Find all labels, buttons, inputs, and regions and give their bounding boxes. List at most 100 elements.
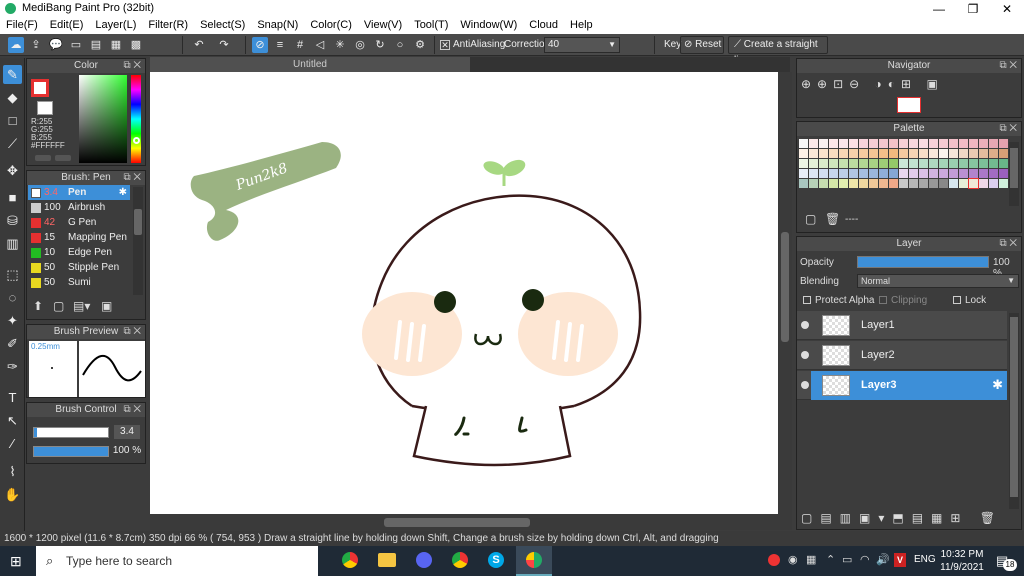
- brush-item[interactable]: 100 Airbrush: [28, 200, 130, 215]
- menu-window[interactable]: Window(W): [454, 18, 523, 34]
- menu-view[interactable]: View(V): [358, 18, 408, 34]
- brush-item[interactable]: 50 Stipple Pen: [28, 260, 130, 275]
- upload-icon[interactable]: ⇪: [28, 37, 44, 53]
- palette-swatch[interactable]: [849, 179, 858, 188]
- foreground-color-swatch[interactable]: [31, 79, 49, 97]
- palette-swatch[interactable]: [968, 178, 979, 189]
- palette-swatch[interactable]: [879, 179, 888, 188]
- bucket-tool-icon[interactable]: ⛁: [3, 211, 22, 230]
- magic-wand-tool-icon[interactable]: ✦: [3, 311, 22, 330]
- gradient-tool-icon[interactable]: ▥: [3, 234, 22, 253]
- lasso-tool-icon[interactable]: ◌: [3, 288, 22, 307]
- gear-icon[interactable]: ✱: [119, 185, 127, 200]
- chrome-icon[interactable]: [342, 552, 358, 568]
- palette-swatch[interactable]: [849, 159, 858, 168]
- cloud-icon[interactable]: ☁: [8, 37, 24, 53]
- palette-swatch[interactable]: [899, 169, 908, 178]
- discord-tray-icon[interactable]: ◉: [788, 553, 798, 566]
- gear-icon[interactable]: ✱: [992, 377, 1003, 393]
- palette-new-icon[interactable]: ▢: [805, 212, 816, 226]
- text-tool-icon[interactable]: T: [3, 388, 22, 407]
- perspective-snap-icon[interactable]: ◁: [312, 37, 328, 53]
- file-explorer-icon[interactable]: [378, 553, 396, 567]
- app-tray-icon[interactable]: ▦: [806, 553, 816, 566]
- palette-swatch[interactable]: [939, 139, 948, 148]
- drawing-canvas[interactable]: Pun2k8 Hot247: [150, 72, 778, 514]
- straight-line-button[interactable]: ⟋ Create a straight line: [728, 36, 828, 66]
- language-indicator[interactable]: ENG: [914, 554, 936, 565]
- parallel-snap-icon[interactable]: ≡: [272, 37, 288, 53]
- palette-swatch[interactable]: [929, 169, 938, 178]
- brush-size-slider[interactable]: [33, 427, 109, 438]
- palette-swatch[interactable]: [809, 179, 818, 188]
- antialiasing-checkbox[interactable]: ✕: [440, 40, 450, 50]
- palette-swatch[interactable]: [799, 159, 808, 168]
- palette-swatch[interactable]: [969, 159, 978, 168]
- palette-swatch[interactable]: [889, 159, 898, 168]
- palette-swatch[interactable]: [819, 159, 828, 168]
- palette-swatch[interactable]: [889, 149, 898, 158]
- fill-rect-tool-icon[interactable]: ■: [3, 188, 22, 207]
- palette-swatch[interactable]: [949, 149, 958, 158]
- eraser-tool-icon[interactable]: ◆: [3, 88, 22, 107]
- move-tool-icon[interactable]: ✥: [3, 161, 22, 180]
- redo-icon[interactable]: ↷: [213, 37, 235, 53]
- panel-close-icon[interactable]: ⧉ ✕: [999, 237, 1017, 251]
- palette-swatch[interactable]: [859, 159, 868, 168]
- palette-swatch[interactable]: [979, 169, 988, 178]
- palette-swatch[interactable]: [989, 179, 998, 188]
- palette-swatches[interactable]: [799, 139, 1009, 191]
- palette-swatch[interactable]: [869, 179, 878, 188]
- line-tool-icon[interactable]: ⟋: [3, 134, 22, 153]
- palette-swatch[interactable]: [929, 149, 938, 158]
- curve-snap-icon[interactable]: ↻: [372, 37, 388, 53]
- palette-swatch[interactable]: [919, 169, 928, 178]
- hand-tool-icon[interactable]: ✋: [3, 485, 22, 504]
- palette-swatch[interactable]: [909, 179, 918, 188]
- palette-swatch[interactable]: [859, 149, 868, 158]
- palette-swatch[interactable]: [829, 139, 838, 148]
- palette-swatch[interactable]: [859, 139, 868, 148]
- palette-swatch[interactable]: [799, 179, 808, 188]
- skype-icon[interactable]: S: [488, 552, 504, 568]
- palette-swatch[interactable]: [809, 139, 818, 148]
- operation-tool-icon[interactable]: ↖: [3, 411, 22, 430]
- palette-swatch[interactable]: [809, 169, 818, 178]
- palette-swatch[interactable]: [969, 149, 978, 158]
- divide-tool-icon[interactable]: ⁄: [3, 434, 22, 453]
- palette-swatch[interactable]: [859, 179, 868, 188]
- palette-swatch[interactable]: [989, 169, 998, 178]
- palette-swatch[interactable]: [909, 149, 918, 158]
- grid-page-icon[interactable]: ▦: [108, 37, 124, 53]
- palette-swatch[interactable]: [949, 159, 958, 168]
- palette-swatch[interactable]: [909, 159, 918, 168]
- brush-item[interactable]: 50 Sumi: [28, 275, 130, 290]
- clock-time[interactable]: 10:32 PM: [940, 549, 984, 560]
- palette-swatch[interactable]: [829, 159, 838, 168]
- palette-swatch[interactable]: [919, 149, 928, 158]
- palette-swatch[interactable]: [959, 139, 968, 148]
- palette-swatch[interactable]: [999, 159, 1008, 168]
- palette-swatch[interactable]: [969, 139, 978, 148]
- brush-opacity-slider[interactable]: [33, 446, 109, 457]
- palette-swatch[interactable]: [889, 179, 898, 188]
- vertical-scroll-thumb[interactable]: [781, 232, 789, 342]
- shape-tool-icon[interactable]: □: [3, 111, 22, 130]
- palette-swatch[interactable]: [929, 179, 938, 188]
- brush-item[interactable]: 15 Mapping Pen: [28, 230, 130, 245]
- palette-swatch[interactable]: [879, 159, 888, 168]
- menu-color[interactable]: Color(C): [304, 18, 358, 34]
- concentric-snap-icon[interactable]: ◎: [352, 37, 368, 53]
- palette-swatch[interactable]: [879, 169, 888, 178]
- record-icon[interactable]: [768, 554, 780, 566]
- palette-swatch[interactable]: [879, 149, 888, 158]
- brush-add-icon[interactable]: ⬆: [33, 299, 43, 313]
- lock-checkbox[interactable]: [953, 296, 961, 304]
- brush-opacity-value[interactable]: 100 %: [112, 444, 142, 458]
- undo-icon[interactable]: ↶: [188, 37, 210, 53]
- palette-swatch[interactable]: [849, 169, 858, 178]
- palette-swatch[interactable]: [909, 139, 918, 148]
- palette-swatch[interactable]: [819, 149, 828, 158]
- tab-untitled[interactable]: Untitled: [150, 57, 470, 72]
- palette-swatch[interactable]: [889, 139, 898, 148]
